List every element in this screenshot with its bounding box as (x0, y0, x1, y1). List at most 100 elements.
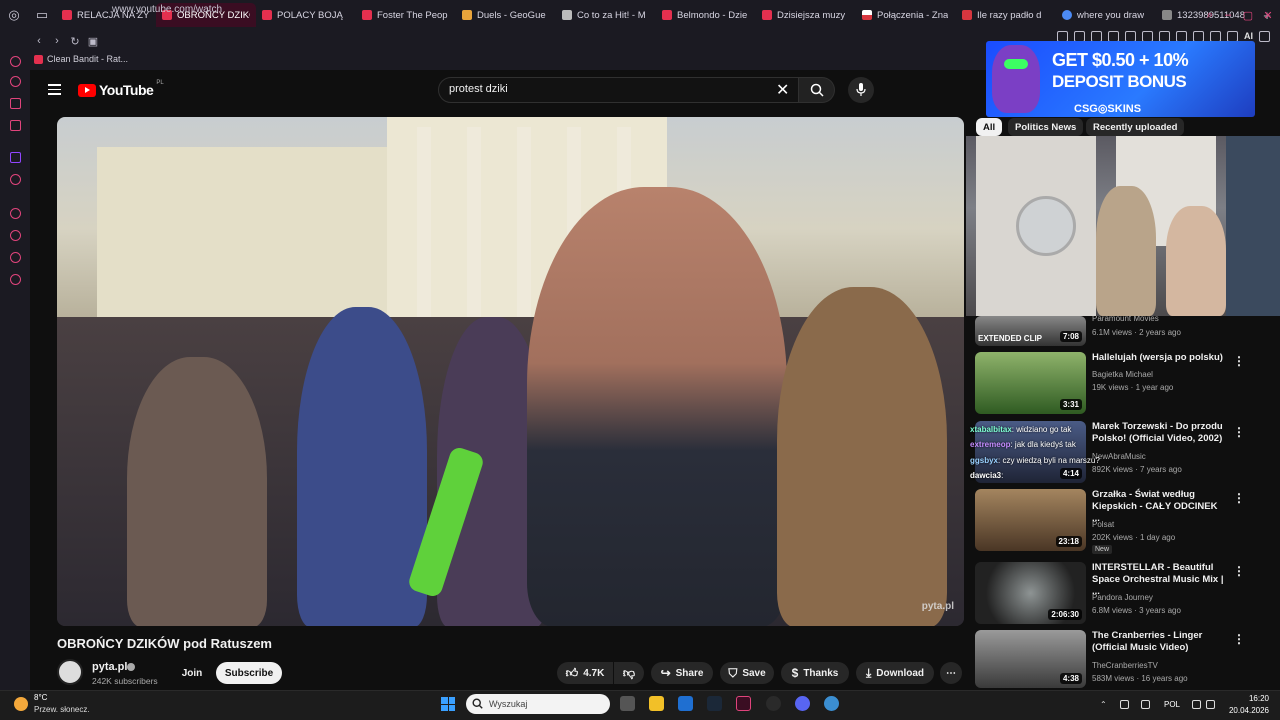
browser-tab[interactable]: Ile razy padło d (956, 3, 1056, 27)
language-indicator[interactable]: POL (1164, 700, 1180, 709)
person (1096, 186, 1156, 316)
twitch-icon[interactable] (10, 152, 21, 163)
weather-sun-icon[interactable] (14, 697, 28, 711)
subscribe-button[interactable]: Subscribe (216, 662, 282, 684)
file-explorer-icon[interactable] (649, 696, 664, 711)
weather-description[interactable]: Przew. słonecz. (34, 705, 90, 714)
search-button[interactable] (799, 77, 835, 103)
app-icon[interactable] (766, 696, 781, 711)
ad-banner[interactable]: GET $0.50 + 10% DEPOSIT BONUS CSG◎SKINS (986, 41, 1255, 117)
search-tabs-icon[interactable]: ⌕ (1200, 0, 1220, 30)
ad-mascot-image (992, 45, 1040, 113)
weather-temperature[interactable]: 8°C (34, 693, 47, 702)
history-icon[interactable] (10, 56, 21, 67)
tray-app-icon[interactable] (1120, 700, 1129, 709)
new-badge: New (1092, 545, 1113, 554)
chip-all[interactable]: All (976, 118, 1003, 136)
speed-dial-icon[interactable] (10, 76, 21, 87)
chip-politics-news[interactable]: Politics News (1008, 118, 1084, 136)
taskbar-search-box[interactable] (466, 694, 610, 714)
woman-with-curly-hair (777, 287, 947, 626)
video-thumbnail: 2:06:30 (975, 562, 1086, 624)
interviewee-man (527, 187, 787, 626)
microphone-icon[interactable] (1141, 700, 1150, 709)
extensions-icon[interactable] (10, 252, 21, 263)
youtube-logo[interactable]: YouTube PL (78, 80, 164, 98)
task-view-icon[interactable] (620, 696, 635, 711)
ad-brand-logo: CSG◎SKINS (1074, 103, 1142, 115)
search-input[interactable] (449, 83, 769, 95)
like-button[interactable]: 👍︎ 4.7K (557, 662, 613, 684)
reload-icon[interactable]: ↻ (66, 35, 84, 48)
join-button[interactable]: Join (174, 662, 210, 684)
more-options-icon[interactable]: ⋮ (1233, 632, 1245, 646)
more-options-icon[interactable]: ⋮ (1233, 564, 1245, 578)
opera-gx-icon[interactable] (736, 696, 751, 711)
browser-tab[interactable]: Belmondo - Dzie (656, 3, 756, 27)
browser-tab[interactable]: Dzisiejsza muzy (756, 3, 856, 27)
video-player[interactable]: pyta.pl (57, 117, 964, 626)
browser-tab[interactable]: Co to za Hit! - M (556, 3, 656, 27)
recommendation-item[interactable]: 4:38 The Cranberries - Linger (Official … (975, 630, 1275, 688)
clock-icon[interactable] (10, 230, 21, 241)
voice-search-button[interactable] (848, 77, 874, 103)
site-favicon-icon (562, 10, 572, 20)
chip-recently-uploaded[interactable]: Recently uploaded (1086, 118, 1185, 136)
browser-tab[interactable]: Połączenia - Zna (856, 3, 956, 27)
guide-menu-icon[interactable] (48, 84, 61, 95)
chat-message: xtabalbitax: widziano go tak (970, 425, 1072, 434)
discord-icon[interactable] (795, 696, 810, 711)
recommendation-item[interactable]: 2:06:30 INTERSTELLAR - Beautiful Space O… (975, 562, 1275, 628)
site-favicon-icon (962, 10, 972, 20)
url-field[interactable]: www.youtube.com/watch (112, 4, 222, 15)
forward-icon[interactable]: › (48, 35, 66, 47)
steam-icon[interactable] (707, 696, 722, 711)
start-button[interactable] (441, 697, 455, 711)
channel-name[interactable]: pyta.pl (92, 661, 127, 673)
browser-tab[interactable]: Duels - GeoGue (456, 3, 556, 27)
youtube-icon[interactable] (10, 174, 21, 185)
messenger-icon[interactable] (10, 98, 21, 109)
show-hidden-icons[interactable]: ⌃ (1100, 700, 1109, 709)
play-icon[interactable] (10, 208, 21, 219)
browser-tab[interactable]: Foster The Peop (356, 3, 456, 27)
back-icon[interactable]: ‹ (30, 35, 48, 47)
network-icon[interactable] (1192, 700, 1201, 709)
channel-avatar[interactable] (57, 659, 83, 685)
clock-time[interactable]: 16:20 (1219, 694, 1269, 703)
video-title: Marek Torzewski - Do przodu Polsko! (Off… (1092, 421, 1223, 444)
video-meta: 19K views · 1 year ago (1092, 383, 1174, 392)
recommendation-item[interactable]: 3:31 Hallelujah (wersja po polsku) Bagie… (975, 352, 1275, 418)
youtube-favicon-icon (34, 54, 43, 64)
close-icon[interactable]: ✕ (1258, 0, 1278, 30)
save-button[interactable]: ⛉ Save (720, 662, 774, 684)
lock-icon: ▣ (87, 35, 99, 48)
share-button[interactable]: ↪ Share (651, 662, 713, 684)
dislike-button[interactable]: 👎︎ (614, 662, 644, 684)
menu-icon[interactable] (1259, 31, 1270, 42)
minimize-icon[interactable]: – (1218, 0, 1238, 30)
browser-menu-icon[interactable]: ◎ (0, 0, 28, 30)
more-actions-button[interactable]: ⋯ (940, 662, 962, 684)
more-options-icon[interactable]: ⋮ (1233, 491, 1245, 505)
settings-icon[interactable] (10, 274, 21, 285)
more-options-icon[interactable]: ⋮ (1233, 354, 1245, 368)
more-icon: ⋯ (946, 667, 956, 679)
browser-tab[interactable]: POLACY BOJĄ (256, 3, 356, 27)
globe-icon[interactable] (824, 696, 839, 711)
download-button[interactable]: ⤓ Download (856, 662, 934, 684)
workspaces-icon[interactable]: ▭ (28, 0, 56, 30)
maximize-icon[interactable]: ▢ (1238, 0, 1258, 30)
clock-date[interactable]: 20.04.2026 (1209, 706, 1269, 715)
more-options-icon[interactable]: ⋮ (1233, 425, 1245, 439)
malwarebytes-icon[interactable] (678, 696, 693, 711)
recommendation-item[interactable]: 23:18 Grzałka - Świat według Kiepskich -… (975, 489, 1275, 555)
bookmark-item[interactable]: Clean Bandit - Rat... (34, 54, 128, 64)
search-box[interactable] (438, 77, 799, 103)
mail-icon[interactable] (10, 120, 21, 131)
clear-search-icon[interactable]: ✕ (776, 80, 789, 100)
download-icon: ⤓ (865, 665, 872, 680)
browser-tab[interactable]: where you draw (1056, 3, 1156, 27)
google-favicon-icon (1062, 10, 1072, 20)
thanks-button[interactable]: $ Thanks (781, 662, 849, 684)
